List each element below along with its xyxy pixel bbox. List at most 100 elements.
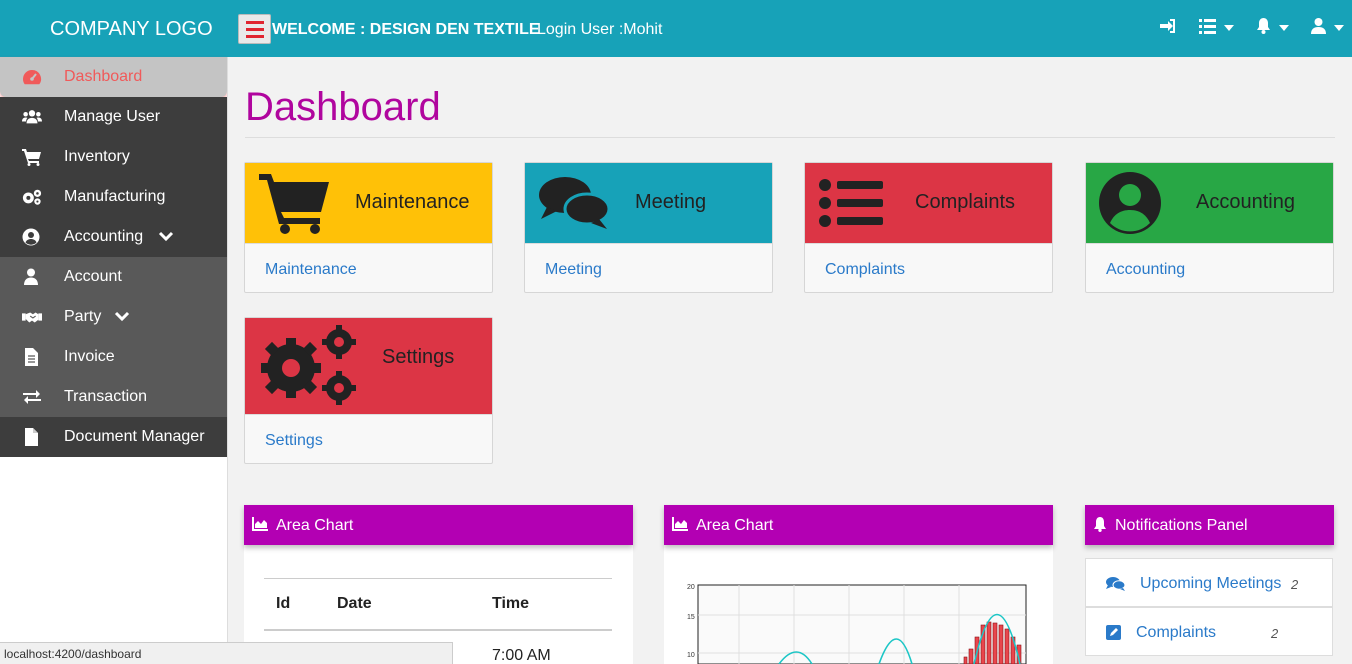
card-settings: Settings Settings bbox=[244, 317, 493, 464]
area-chart-plot: 20 15 10 bbox=[687, 584, 1027, 664]
maintenance-link[interactable]: Maintenance bbox=[265, 261, 357, 279]
panel-title: Notifications Panel bbox=[1115, 517, 1248, 534]
company-logo[interactable]: COMPANY LOGO bbox=[50, 18, 213, 41]
meeting-link[interactable]: Meeting bbox=[545, 261, 602, 279]
browser-status-bar: localhost:4200/dashboard bbox=[0, 642, 453, 664]
settings-link[interactable]: Settings bbox=[265, 432, 323, 450]
sidebar-item-label: Document Manager bbox=[64, 428, 205, 445]
notification-label: Upcoming Meetings bbox=[1140, 575, 1282, 592]
welcome-text: WELCOME : DESIGN DEN TEXTILE bbox=[272, 21, 540, 38]
sidebar-item-dashboard[interactable]: Dashboard bbox=[0, 57, 227, 97]
chevron-down-icon bbox=[114, 311, 130, 322]
card-title: Accounting bbox=[1196, 191, 1295, 213]
card-title: Settings bbox=[382, 346, 455, 368]
user-icon bbox=[24, 268, 38, 285]
login-user-text: Login User :Mohit bbox=[537, 21, 663, 38]
card-meeting: Meeting Meeting bbox=[524, 162, 773, 293]
bar bbox=[986, 621, 992, 664]
user-menu-button[interactable] bbox=[1311, 18, 1344, 34]
column-header-date: Date bbox=[324, 578, 480, 631]
notification-complaints[interactable]: Complaints 2 bbox=[1085, 607, 1333, 656]
bar bbox=[998, 624, 1004, 664]
notification-count: 2 bbox=[1271, 626, 1279, 641]
table-cell: 7:00 AM bbox=[491, 647, 551, 664]
user-icon bbox=[1311, 18, 1326, 34]
caret-down-icon bbox=[1279, 25, 1289, 31]
card-header[interactable]: Settings bbox=[245, 318, 492, 414]
sign-in-icon bbox=[1160, 19, 1175, 33]
sidebar-item-document-manager[interactable]: Document Manager bbox=[0, 417, 227, 457]
file-text-icon bbox=[25, 348, 38, 366]
main-content: Dashboard Maintenance Maintenance Meetin… bbox=[227, 57, 1352, 664]
chevron-down-icon bbox=[158, 231, 174, 242]
bar bbox=[992, 622, 998, 664]
sidebar-item-invoice[interactable]: Invoice bbox=[0, 337, 227, 377]
card-footer: Maintenance bbox=[245, 243, 492, 292]
panel-title: Area Chart bbox=[276, 517, 354, 534]
card-header[interactable]: Accounting bbox=[1086, 163, 1333, 243]
card-accounting: Accounting Accounting bbox=[1085, 162, 1334, 293]
sidebar-item-manage-user[interactable]: Manage User bbox=[0, 97, 227, 137]
column-header-time: Time bbox=[479, 578, 612, 631]
exchange-icon bbox=[23, 390, 41, 404]
caret-down-icon bbox=[1224, 25, 1234, 31]
card-footer: Complaints bbox=[805, 243, 1052, 292]
sidebar-item-label: Transaction bbox=[64, 388, 147, 405]
card-footer: Settings bbox=[245, 414, 492, 463]
notifications-panel: Notifications Panel Upcoming Meetings 2 … bbox=[1085, 505, 1334, 664]
dashboard-icon bbox=[23, 69, 42, 85]
sidebar-item-label: Dashboard bbox=[64, 68, 143, 85]
notification-upcoming-meetings[interactable]: Upcoming Meetings 2 bbox=[1085, 558, 1333, 607]
y-tick-label: 15 bbox=[687, 614, 695, 621]
cogs-icon bbox=[261, 325, 356, 405]
card-header[interactable]: Complaints bbox=[805, 163, 1052, 243]
file-icon bbox=[25, 428, 38, 446]
card-header[interactable]: Meeting bbox=[525, 163, 772, 243]
panel-header: Notifications Panel bbox=[1085, 505, 1334, 545]
y-tick-label: 20 bbox=[687, 584, 695, 591]
bell-icon bbox=[1094, 517, 1106, 532]
panel-header: Area Chart bbox=[244, 505, 633, 545]
card-title: Maintenance bbox=[355, 191, 470, 213]
sidebar-item-transaction[interactable]: Transaction bbox=[0, 377, 227, 417]
card-complaints: Complaints Complaints bbox=[804, 162, 1053, 293]
sidebar-item-inventory[interactable]: Inventory bbox=[0, 137, 227, 177]
sidebar-item-label: Invoice bbox=[64, 348, 115, 365]
caret-down-icon bbox=[1334, 25, 1344, 31]
list-icon bbox=[1199, 18, 1216, 34]
cart-icon bbox=[22, 149, 41, 166]
sign-in-button[interactable] bbox=[1159, 18, 1177, 34]
complaints-link[interactable]: Complaints bbox=[825, 261, 905, 279]
y-tick-label: 10 bbox=[687, 652, 695, 659]
user-circle-icon bbox=[22, 228, 40, 246]
gears-icon bbox=[22, 189, 42, 205]
sidebar: Dashboard Manage User Inventory Manufact… bbox=[0, 57, 227, 664]
sidebar-item-manufacturing[interactable]: Manufacturing bbox=[0, 177, 227, 217]
area-chart-icon bbox=[672, 517, 688, 531]
bell-icon bbox=[1257, 18, 1270, 34]
page-title: Dashboard bbox=[245, 85, 441, 129]
hamburger-icon bbox=[245, 20, 264, 24]
bar bbox=[1004, 628, 1010, 664]
sidebar-item-label: Accounting bbox=[64, 228, 144, 245]
cart-icon bbox=[259, 174, 329, 234]
sidebar-item-accounting[interactable]: Accounting bbox=[0, 217, 227, 257]
card-footer: Meeting bbox=[525, 243, 772, 292]
panel-title: Area Chart bbox=[696, 517, 774, 534]
list-menu-button[interactable] bbox=[1199, 18, 1234, 34]
area-chart-panel-2: Area Chart 20 15 10 bbox=[664, 505, 1053, 664]
accounting-link[interactable]: Accounting bbox=[1106, 261, 1185, 279]
menu-toggle-button[interactable] bbox=[238, 14, 271, 44]
sidebar-item-party[interactable]: Party bbox=[0, 297, 227, 337]
card-header[interactable]: Maintenance bbox=[245, 163, 492, 243]
comments-icon bbox=[1106, 577, 1126, 591]
notifications-button[interactable] bbox=[1256, 18, 1289, 34]
bar bbox=[963, 656, 968, 664]
sidebar-item-account[interactable]: Account bbox=[0, 257, 227, 297]
divider bbox=[245, 137, 1335, 138]
notification-label: Complaints bbox=[1136, 624, 1217, 641]
sidebar-item-label: Account bbox=[64, 268, 122, 285]
area-chart-panel-1: Area Chart Id Date Time 7:00 AM bbox=[244, 505, 633, 664]
sidebar-item-label: Manage User bbox=[64, 108, 161, 125]
comments-icon bbox=[539, 177, 611, 229]
